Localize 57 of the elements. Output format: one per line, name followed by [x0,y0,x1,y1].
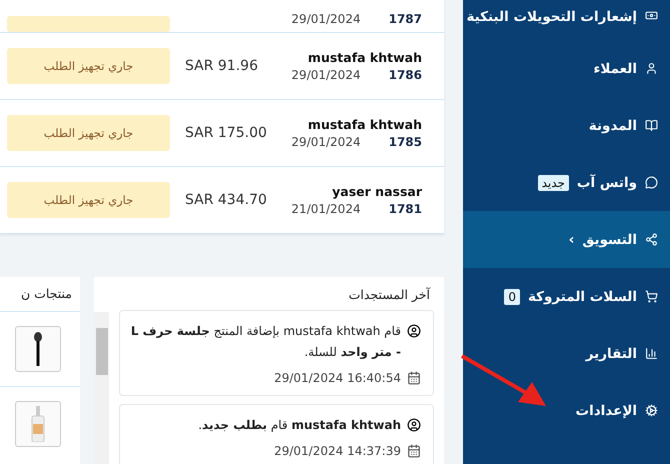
order-number: 1786 [388,68,422,82]
order-date: 29/01/2024 [291,68,361,82]
order-amount: SAR 91.96 [185,58,259,74]
customer-name: mustafa khtwah [308,50,422,65]
order-date: 29/01/2024 [291,12,361,26]
count-badge: جديد [538,174,569,190]
order-number: 1781 [388,202,422,216]
menu-label: واتس آب [576,174,637,190]
update-text: قام mustafa khtwah بإضافة المنتج جلسة حرف L - متر واحد للسلة. [130,323,401,361]
menu-label: السلات المتروكة [528,288,637,304]
menu-label: إشعارات التحويلات البنكية [466,9,637,25]
order-number: 1785 [388,135,422,149]
customer-name: yaser nassar [332,184,422,199]
menu-label: التسويق [582,232,637,248]
bar-chart-icon [645,347,658,360]
product-thumbnail[interactable] [15,326,61,372]
sidebar-item[interactable]: المدونة [463,97,670,154]
order-amount: SAR 175.00 [185,125,268,141]
sidebar-item[interactable]: إشعارات التحويلات البنكية [463,0,670,40]
card-title: منتجات ن [20,285,73,303]
user-circle-icon [407,418,421,432]
menu-label: الإعدادات [576,402,637,418]
status-badge: جاري تجهيز الطلب [7,48,170,84]
order-date: 29/01/2024 [291,135,361,149]
scrollbar[interactable] [94,312,109,464]
user-circle-icon [407,324,421,338]
calendar-icon [407,444,421,458]
book-icon [645,119,658,132]
order-date: 21/01/2024 [291,202,361,216]
sidebar-item[interactable]: التقارير [463,325,670,382]
order-amount: SAR 434.70 [185,192,268,208]
sidebar-item[interactable]: العملاء [463,40,670,97]
share-icon [645,233,658,246]
card-title: آخر المستجدات [348,286,432,304]
chevron: › [568,232,574,248]
order-number: 1787 [388,12,422,26]
cart-icon [645,290,658,303]
calendar-icon [407,371,421,385]
chat-bubble-icon [645,176,658,189]
status-badge: جاري تجهيز الطلب [7,115,170,151]
customer-name: mustafa khtwah [308,117,422,132]
count-badge: 0 [504,288,520,304]
settings-icon [645,404,658,417]
menu-label: العملاء [593,60,637,76]
brush-icon [33,332,43,366]
update-time: 14:37:39 29/01/2024 [274,444,401,458]
sidebar-item[interactable]: واتس آب جديد [463,154,670,211]
sidebar-item[interactable]: التسويق › [463,211,670,268]
status-badge: جاري تجهيز الطلب [7,182,170,218]
sidebar-item[interactable]: الإعدادات [463,382,670,439]
update-time: 16:40:54 29/01/2024 [274,371,401,385]
menu-label: التقارير [586,346,637,362]
menu-label: المدونة [588,118,637,134]
user-icon [645,62,658,75]
bottle-icon [31,406,45,442]
banknote-icon [645,9,658,22]
product-thumbnail[interactable] [15,401,61,447]
